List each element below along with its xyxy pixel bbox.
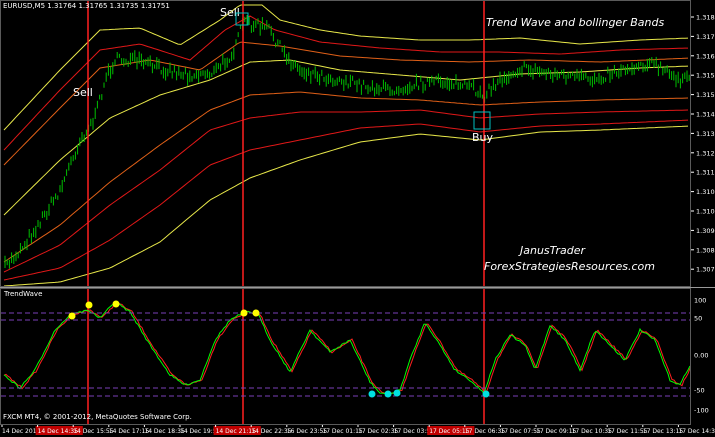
time-axis-label: 17 Dec 13:15 [643, 428, 684, 435]
time-axis-label: 17 Dec 06:35 [465, 428, 506, 435]
band-red-lower-1 [3, 109, 689, 273]
overbought-dot [112, 300, 120, 308]
author-label: JanusTrader [518, 244, 587, 257]
time-axis-label: 14 Dec 21:15 [216, 428, 257, 435]
oversold-dot [384, 390, 392, 398]
axes: 1.31845 1.31760 1.31670 1.31590 1.31500 1.314… [1, 14, 715, 435]
time-axis-label: 17 Dec 09:15 [536, 428, 577, 435]
overbought-dot [85, 301, 93, 309]
price-axis-label: 1.31000 [696, 208, 715, 216]
price-axis-label: 1.31670 [696, 52, 715, 60]
symbol-info: EURUSD,M5 1.31764 1.31765 1.31735 1.3175… [3, 2, 170, 10]
overbought-dot [68, 312, 76, 320]
osc-axis-label: -50 [694, 387, 705, 395]
buy-signal-label: Buy [472, 131, 494, 144]
price-axis-label: 1.31335 [696, 130, 715, 138]
oversold-dot [482, 390, 490, 398]
price-candles [4, 15, 690, 269]
overbought-dot [252, 309, 260, 317]
time-axis-label: 14 Dec 22:35 [251, 428, 292, 435]
time-axis-label: 17 Dec 11:55 [607, 428, 648, 435]
trendwave-levels [1, 312, 690, 397]
time-axis-label: 17 Dec 07:55 [500, 428, 541, 435]
trendwave-signal-line [3, 301, 691, 394]
band-red-lower-2 [3, 119, 689, 281]
copyright: FXCM MT4, © 2001-2012, MetaQuotes Softwa… [3, 413, 192, 421]
oversold-dot [393, 389, 401, 397]
price-axis-label: 1.31760 [696, 33, 715, 41]
chart-annotation-title: Trend Wave and bollinger Bands [486, 16, 664, 29]
indicator-name: TrendWave [3, 290, 42, 298]
oversold-dot [368, 390, 376, 398]
time-axis-label: 17 Dec 10:35 [572, 428, 613, 435]
time-axis-label: 14 Dec 18:35 [144, 428, 185, 435]
time-axis-label: 14 Dec 14:35 [38, 428, 79, 435]
price-axis-label: 1.31590 [696, 72, 715, 80]
site-label: ForexStrategiesResources.com [484, 260, 655, 273]
time-axis-label: 14 Dec 15:55 [73, 428, 114, 435]
trendwave-main-line [3, 302, 691, 396]
price-axis-label: 1.31170 [696, 169, 715, 177]
osc-axis-label: 50 [694, 315, 702, 323]
price-axis-label: 1.30835 [696, 246, 715, 254]
price-axis-label: 1.31420 [696, 111, 715, 119]
time-axis-label: 14 Dec 17:15 [109, 428, 150, 435]
overbought-dot [240, 309, 248, 317]
price-axis-label: 1.30920 [696, 227, 715, 235]
time-axis-label: 17 Dec 02:35 [358, 428, 399, 435]
time-axis-label: 14 Dec 2012 [2, 428, 41, 435]
bollinger-bands [3, 4, 689, 287]
trendwave-lines [3, 301, 691, 396]
time-axis-label: 17 Dec 01:15 [322, 428, 363, 435]
buy-signal-box [473, 111, 491, 130]
time-axis-label: 17 Dec 05:15 [429, 428, 470, 435]
chart-canvas[interactable]: SellSellBuy 1.318451.317601.316701.31590… [0, 0, 715, 437]
signal-markers: SellSellBuy [73, 6, 494, 144]
sell-signal-label: Sell [73, 86, 93, 99]
price-axis-label: 1.31845 [696, 14, 715, 22]
osc-axis-label: -100 [694, 407, 709, 415]
band-orange-lower [3, 91, 689, 263]
price-axis-label: 1.31085 [696, 188, 715, 196]
price-axis-label: 1.30755 [696, 266, 715, 274]
price-axis-label: 1.31255 [696, 149, 715, 157]
osc-axis-label: 100 [694, 297, 706, 305]
time-axis-label: 17 Dec 14:35 [678, 428, 715, 435]
price-axis-label: 1.31500 [696, 91, 715, 99]
time-axis-label: 16 Dec 23:55 [287, 428, 328, 435]
osc-axis-label: 0.00 [694, 352, 708, 360]
